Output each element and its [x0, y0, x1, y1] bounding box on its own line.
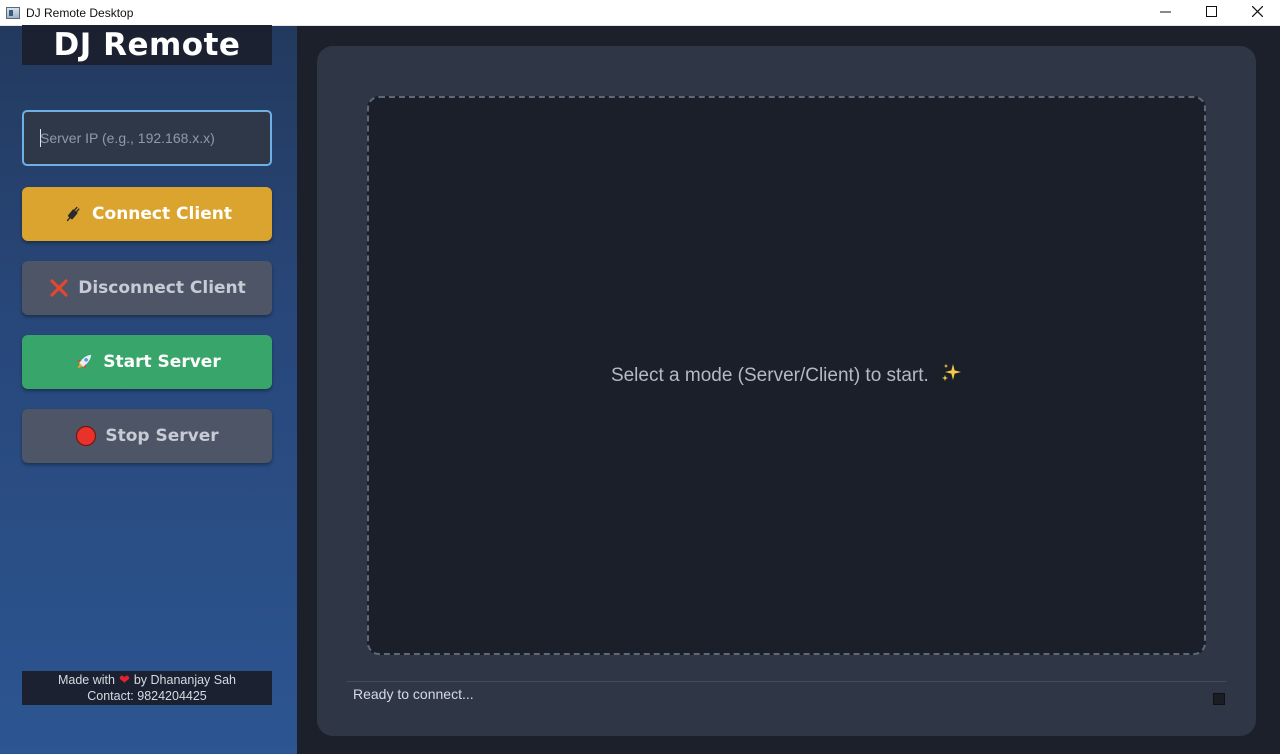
window-controls [1142, 0, 1280, 26]
credits-made-with: Made with [57, 673, 115, 687]
mode-prompt: Select a mode (Server/Client) to start. [611, 362, 962, 390]
window-title: DJ Remote Desktop [26, 5, 134, 20]
text-caret [40, 129, 41, 147]
connect-client-button[interactable]: Connect Client [22, 187, 272, 241]
status-divider [347, 681, 1226, 682]
minimize-button[interactable] [1142, 0, 1188, 22]
mode-display-area: Select a mode (Server/Client) to start. [367, 96, 1206, 655]
credits-contact: Contact: 9824204425 [87, 689, 207, 703]
server-ip-input[interactable] [22, 110, 272, 166]
credits-author: by Dhananjay Sah [133, 673, 237, 687]
credits-line-1: Made with ❤ by Dhananjay Sah [22, 672, 272, 688]
stop-server-label: Stop Server [105, 426, 219, 446]
app-logo-text: DJ Remote [53, 27, 241, 63]
start-server-label: Start Server [103, 352, 221, 372]
credits: Made with ❤ by Dhananjay Sah Contact: 9824… [22, 671, 272, 705]
disconnect-client-label: Disconnect Client [78, 278, 246, 298]
rocket-icon [73, 351, 95, 373]
app-icon [6, 6, 20, 19]
window-edge [1274, 26, 1280, 754]
heart-icon: ❤ [118, 672, 130, 687]
connect-client-label: Connect Client [92, 204, 232, 224]
mode-prompt-text: Select a mode (Server/Client) to start. [610, 364, 929, 386]
sparkles-icon [940, 362, 962, 390]
stop-server-button[interactable]: Stop Server [22, 409, 272, 463]
plug-icon [62, 203, 84, 225]
cross-mark-icon [48, 277, 70, 299]
maximize-icon [1205, 5, 1217, 17]
close-button[interactable] [1234, 0, 1280, 22]
start-server-button[interactable]: Start Server [22, 335, 272, 389]
window-titlebar: DJ Remote Desktop [0, 0, 1280, 26]
red-circle-icon [75, 425, 97, 447]
app-logo: DJ Remote [22, 25, 272, 65]
maximize-button[interactable] [1188, 0, 1234, 22]
status-text: Ready to connect... [353, 686, 474, 702]
close-icon [1251, 5, 1263, 17]
status-indicator [1213, 693, 1225, 705]
disconnect-client-button[interactable]: Disconnect Client [22, 261, 272, 315]
minimize-icon [1159, 11, 1171, 12]
